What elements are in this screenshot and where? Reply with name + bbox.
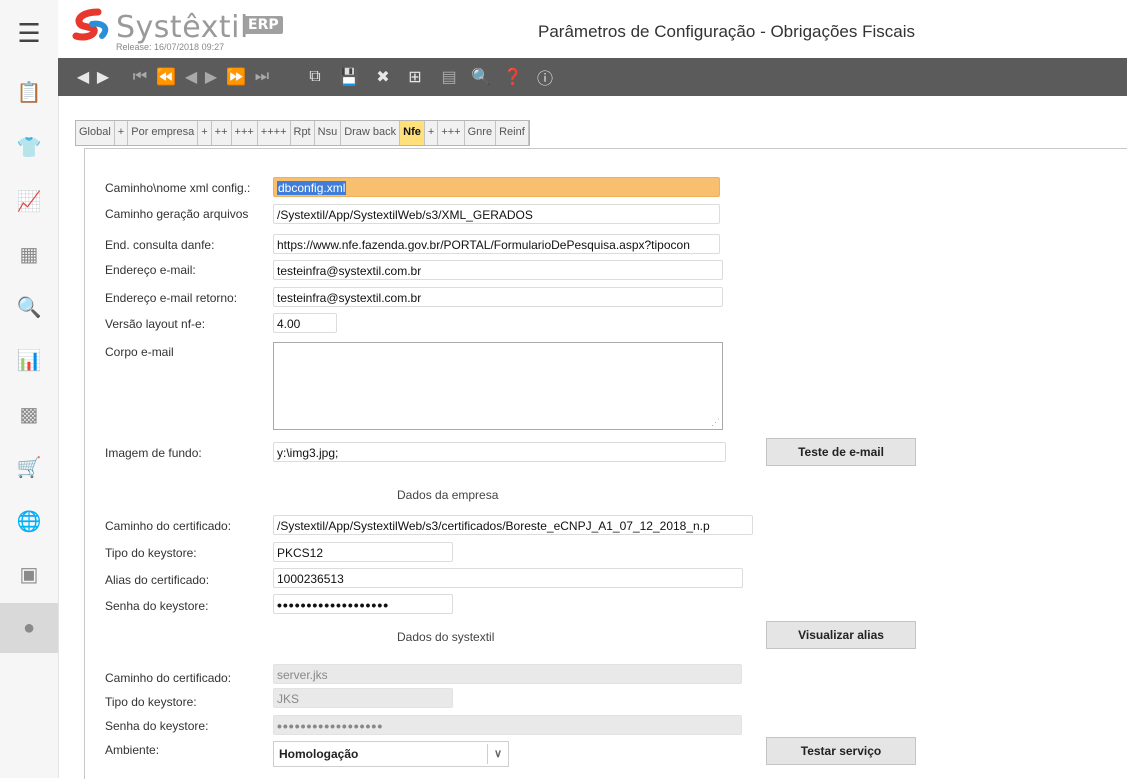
xml-config-label: Caminho\nome xml config.: <box>105 181 251 195</box>
records-icon[interactable]: ▤ <box>438 58 460 96</box>
xml-config-field[interactable]: dbconfig.xml <box>273 177 720 197</box>
last-record-icon[interactable]: ⏭ <box>252 58 272 96</box>
play-forward-icon[interactable]: ▶ <box>94 58 112 96</box>
tab-7[interactable]: Rpt <box>291 121 315 145</box>
testar-servico-button[interactable]: Testar serviço <box>766 737 916 765</box>
empresa-cert-field[interactable]: /Systextil/App/SystextilWeb/s3/certifica… <box>273 515 753 535</box>
geracao-field[interactable]: /Systextil/App/SystextilWeb/s3/XML_GERAD… <box>273 204 720 224</box>
tab-6[interactable]: ++++ <box>258 121 291 145</box>
hamburger-icon[interactable]: ☰ <box>0 13 58 53</box>
tab-14[interactable]: Reinf <box>496 121 529 145</box>
header: Systêxtil ERP Release: 16/07/2018 09:27 … <box>58 0 1127 58</box>
logo-mark-icon <box>72 8 109 41</box>
previous-page-icon[interactable]: ⏪ <box>154 58 178 96</box>
ambiente-select[interactable]: Homologação ∨ <box>273 741 509 767</box>
next-record-icon[interactable]: ▶ <box>202 58 220 96</box>
systextil-cert-label: Caminho do certificado: <box>105 671 232 685</box>
ambiente-label: Ambiente: <box>105 743 160 757</box>
erp-badge: ERP <box>244 16 283 34</box>
new-record-icon[interactable]: ⧉ <box>304 58 326 96</box>
info-icon[interactable]: ⓘ <box>534 58 556 96</box>
corpo-textarea[interactable]: ⋰ <box>273 342 723 430</box>
tab-9[interactable]: Draw back <box>341 121 401 145</box>
circle-nav-icon[interactable]: ● <box>0 603 58 653</box>
sidebar: ☰ 📋 👕 📈 ▦ 🔍 📊 ▩ 🛒 🌐 ▣ ● <box>0 0 59 778</box>
resize-handle-icon[interactable]: ⋰ <box>711 417 720 428</box>
ambiente-value: Homologação <box>279 747 359 761</box>
clipboard-icon[interactable]: 📋 <box>0 72 58 112</box>
geracao-label: Caminho geração arquivos <box>105 207 249 221</box>
tab-0[interactable]: Global <box>76 121 115 145</box>
tab-strip: Global + Por empresa + ++ +++ ++++ Rpt Nsu Draw b… <box>75 120 530 146</box>
building-icon[interactable]: ▩ <box>0 394 58 434</box>
logo: Systêxtil ERP Release: 16/07/2018 09:27 <box>72 6 312 52</box>
email-label: Endereço e-mail: <box>105 263 196 277</box>
tab-11[interactable]: + <box>425 121 439 145</box>
versao-label: Versão layout nf-e: <box>105 317 206 331</box>
danfe-field[interactable]: https://www.nfe.fazenda.gov.br/PORTAL/Fo… <box>273 234 720 254</box>
corpo-label: Corpo e-mail <box>105 345 174 359</box>
versao-field[interactable]: 4.00 <box>273 313 337 333</box>
teste-email-button[interactable]: Teste de e-mail <box>766 438 916 466</box>
imagem-label: Imagem de fundo: <box>105 446 202 460</box>
chart-icon[interactable]: 📈 <box>0 181 58 221</box>
empresa-senha-label: Senha do keystore: <box>105 599 209 613</box>
email-field[interactable]: testeinfra@systextil.com.br <box>273 260 723 280</box>
empresa-tipo-field[interactable]: PKCS12 <box>273 542 453 562</box>
tab-1[interactable]: + <box>115 121 129 145</box>
tab-5[interactable]: +++ <box>232 121 258 145</box>
previous-record-icon[interactable]: ◀ <box>182 58 200 96</box>
systextil-senha-label: Senha do keystore: <box>105 719 209 733</box>
save-icon[interactable]: 💾 <box>338 58 360 96</box>
email-retorno-field[interactable]: testeinfra@systextil.com.br <box>273 287 723 307</box>
first-record-icon[interactable]: ⏮ <box>130 58 150 96</box>
next-page-icon[interactable]: ⏩ <box>224 58 248 96</box>
danfe-label: End. consulta danfe: <box>105 238 215 252</box>
zoom-icon[interactable]: 🔍 <box>470 58 492 96</box>
tab-13[interactable]: Gnre <box>465 121 497 145</box>
empresa-senha-field[interactable]: ••••••••••••••••••• <box>273 594 453 614</box>
visualizar-alias-button[interactable]: Visualizar alias <box>766 621 916 649</box>
systextil-tipo-label: Tipo do keystore: <box>105 695 197 709</box>
systextil-section-title: Dados do systextil <box>397 630 495 644</box>
play-back-icon[interactable]: ◀ <box>74 58 92 96</box>
chevron-down-icon[interactable]: ∨ <box>487 744 508 764</box>
tab-8[interactable]: Nsu <box>315 121 342 145</box>
tab-4[interactable]: ++ <box>212 121 232 145</box>
imagem-field[interactable]: y:\img3.jpg; <box>273 442 726 462</box>
globe-icon[interactable]: 🌐 <box>0 501 58 541</box>
logo-text: Systêxtil <box>116 10 249 45</box>
empresa-section-title: Dados da empresa <box>397 488 499 502</box>
bar-chart-icon[interactable]: 📊 <box>0 340 58 380</box>
tab-3[interactable]: + <box>198 121 212 145</box>
shirt-icon[interactable]: 👕 <box>0 127 58 167</box>
empresa-cert-label: Caminho do certificado: <box>105 519 232 533</box>
tab-12[interactable]: +++ <box>438 121 465 145</box>
email-retorno-label: Endereço e-mail retorno: <box>105 291 238 305</box>
systextil-senha-field: •••••••••••••••••• <box>273 715 742 735</box>
page-title: Parâmetros de Configuração - Obrigações … <box>538 22 915 41</box>
export-icon[interactable]: ⊞ <box>404 58 426 96</box>
systextil-tipo-field: JKS <box>273 688 453 708</box>
toolbar: ◀ ▶ ⏮ ⏪ ◀ ▶ ⏩ ⏭ ⧉ 💾 ✖ ⊞ ▤ 🔍 ❓ ⓘ <box>58 58 1127 96</box>
calculator-icon[interactable]: ▦ <box>0 234 58 274</box>
help-icon[interactable]: ❓ <box>502 58 524 96</box>
delete-icon[interactable]: ✖ <box>372 58 394 96</box>
release-label: Release: 16/07/2018 09:27 <box>116 42 225 52</box>
empresa-tipo-label: Tipo do keystore: <box>105 546 197 560</box>
empresa-alias-label: Alias do certificado: <box>105 573 210 587</box>
cart-icon[interactable]: 🛒 <box>0 447 58 487</box>
empresa-alias-field[interactable]: 1000236513 <box>273 568 743 588</box>
tab-10[interactable]: Nfe <box>400 121 425 145</box>
monitor-icon[interactable]: ▣ <box>0 554 58 594</box>
systextil-cert-field: server.jks <box>273 664 742 684</box>
document-search-icon[interactable]: 🔍 <box>0 287 58 327</box>
tab-2[interactable]: Por empresa <box>128 121 199 145</box>
